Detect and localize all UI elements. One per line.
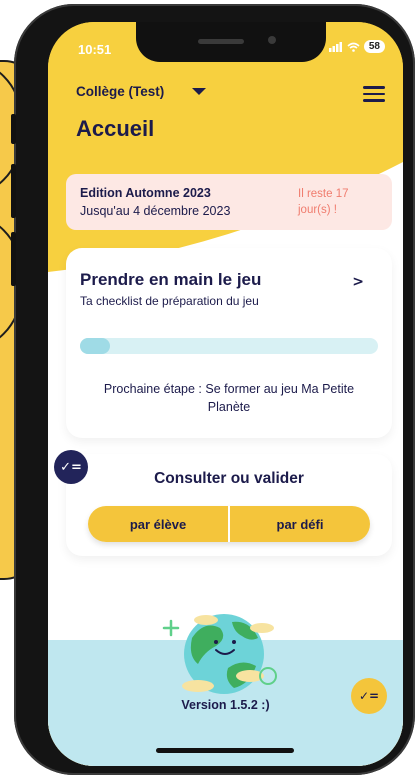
phone-frame: 10:51 58 Collège (Test) Accueil Edition … [11,4,415,775]
planet-mascot-icon [162,614,277,694]
checklist-fab-button[interactable]: ✓= [351,678,387,714]
by-student-button[interactable]: par élève [88,506,228,542]
checklist-icon: ✓= [54,450,88,484]
by-challenge-button[interactable]: par défi [228,506,370,542]
status-bar: 10:51 58 [48,22,403,66]
battery-indicator: 58 [363,40,385,53]
page-title: Accueil [76,116,155,141]
checklist-card[interactable]: Prendre en main le jeu Ta checklist de p… [66,248,392,438]
validate-segmented-control: par élève par défi [88,506,370,542]
days-remaining: Il reste 17 jour(s) ! [298,186,388,218]
phone-screen: 10:51 58 Collège (Test) Accueil Edition … [48,22,403,766]
edition-alert: Edition Automne 2023 Jusqu'au 4 décembre… [66,174,392,230]
signal-icon [328,41,342,52]
volume-down-button [11,232,16,286]
menu-icon[interactable] [363,86,385,102]
status-time: 10:51 [78,42,112,57]
school-selector[interactable]: Collège (Test) [76,84,207,99]
edition-date: Jusqu'au 4 décembre 2023 [80,204,231,218]
checklist-subtitle: Ta checklist de préparation du jeu [80,294,259,308]
status-icons: 58 [328,40,385,53]
app-screenshot: 10:51 58 Collège (Test) Accueil Edition … [0,0,419,777]
wifi-icon [347,42,360,52]
mute-switch [11,114,16,144]
validate-title: Consulter ou valider [154,470,304,487]
checklist-title: Prendre en main le jeu [80,270,262,289]
checklist-progress-bar [80,338,378,354]
app-version: Version 1.5.2 :) [181,698,270,712]
days-remaining-line1: Il reste 17 [298,188,349,200]
camera [268,36,276,44]
home-indicator[interactable] [156,748,294,753]
edition-title: Edition Automne 2023 [80,186,211,200]
chevron-down-icon [192,88,207,95]
chevron-right-icon[interactable]: > [352,274,364,290]
validate-card: Consulter ou valider par élève par défi [66,454,392,556]
volume-up-button [11,164,16,218]
notch [136,22,326,62]
next-step-text: Prochaine étape : Se former au jeu Ma Pe… [103,382,355,414]
progress-fill [80,338,110,354]
school-name: Collège (Test) [76,84,165,99]
days-remaining-line2: jour(s) ! [298,204,337,216]
speaker [198,39,244,44]
